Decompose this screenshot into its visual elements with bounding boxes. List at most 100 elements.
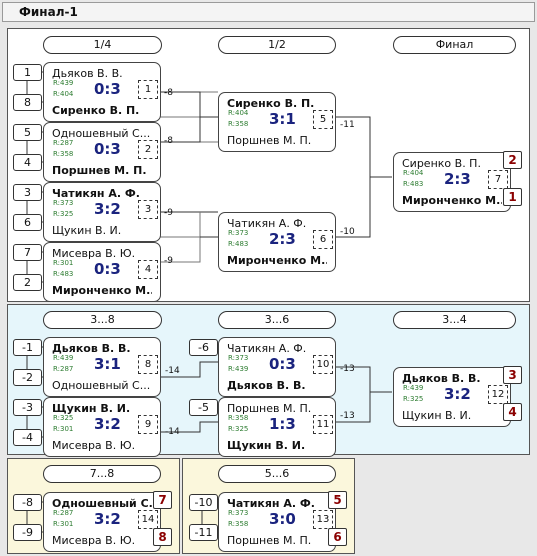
match-card[interactable]: Мисевра В. Ю. R:301 R:483 0:3 4 Мирончен… <box>43 242 161 302</box>
match-number: 4 <box>138 260 158 279</box>
player-name: Миронченко М.... <box>227 254 327 267</box>
match-score: 3:1 <box>269 110 296 128</box>
round-label: 1/2 <box>218 36 336 54</box>
match-card[interactable]: Чатикян А. Ф. R:373 R:483 2:3 6 Мирончен… <box>218 212 336 272</box>
player-rating: R:439 <box>53 79 74 87</box>
seed-box[interactable]: 4 <box>13 154 42 171</box>
match-score: 0:3 <box>269 355 296 373</box>
player-rating: R:358 <box>53 150 74 158</box>
seed-box[interactable]: 3 <box>13 184 42 201</box>
match-score: 3:0 <box>269 510 296 528</box>
line-label: -8 <box>164 136 173 146</box>
match-score: 3:2 <box>94 510 121 528</box>
player-name: Щукин В. И. <box>227 439 306 452</box>
match-number: 7 <box>488 170 508 189</box>
round-label: 7...8 <box>43 465 161 483</box>
player-rating: R:358 <box>228 414 249 422</box>
line-label: -9 <box>164 208 173 218</box>
player-name: Дьяков В. В. <box>227 379 306 392</box>
seed-box[interactable]: 1 <box>13 64 42 81</box>
match-number: 13 <box>313 510 333 529</box>
round-label: 5...6 <box>218 465 336 483</box>
match-card[interactable]: Чатикян А. Ф. R:373 R:325 3:2 3 Щукин В.… <box>43 182 161 242</box>
match-score: 3:2 <box>444 385 471 403</box>
seed-box[interactable]: -4 <box>13 429 42 446</box>
player-rating: R:439 <box>228 365 249 373</box>
line-label: -13 <box>340 411 355 421</box>
match-card[interactable]: Дьяков В. В. R:439 R:404 0:3 1 Сиренко В… <box>43 62 161 122</box>
match-number: 5 <box>313 110 333 129</box>
line-label: -9 <box>164 256 173 266</box>
round-label: 3...6 <box>218 311 336 329</box>
seed-box[interactable]: -10 <box>189 494 218 511</box>
player-rating: R:358 <box>228 120 249 128</box>
player-rating: R:301 <box>53 520 74 528</box>
seed-box[interactable]: -5 <box>189 399 218 416</box>
seed-box[interactable]: -9 <box>13 524 42 541</box>
seed-box[interactable]: -2 <box>13 369 42 386</box>
match-score: 2:3 <box>444 170 471 188</box>
match-card[interactable]: Одношевный С... R:287 R:358 0:3 2 Поршне… <box>43 122 161 182</box>
match-score: 1:3 <box>269 415 296 433</box>
window-title: Финал-1 <box>19 5 78 19</box>
player-rating: R:287 <box>53 509 74 517</box>
match-card[interactable]: Одношевный С... R:287 R:301 3:2 14 Мисев… <box>43 492 161 552</box>
player-rating: R:301 <box>53 259 74 267</box>
player-name: Миронченко М.... <box>52 284 152 297</box>
player-name: Мисевра В. Ю. <box>52 534 136 547</box>
seed-box[interactable]: -8 <box>13 494 42 511</box>
match-score: 0:3 <box>94 140 121 158</box>
match-card[interactable]: Дьяков В. В. R:439 R:325 3:2 12 Щукин В.… <box>393 367 511 427</box>
match-card[interactable]: Поршнев М. П. R:358 R:325 1:3 11 Щукин В… <box>218 397 336 457</box>
match-number: 10 <box>313 355 333 374</box>
round-label: Финал <box>393 36 516 54</box>
seed-box[interactable]: 2 <box>13 274 42 291</box>
place-badge: 7 <box>153 491 172 509</box>
match-card[interactable]: Щукин В. И. R:325 R:301 3:2 9 Мисевра В.… <box>43 397 161 457</box>
match-card[interactable]: Сиренко В. П. R:404 R:483 2:3 7 Мирончен… <box>393 152 511 212</box>
window-title-bar: Финал-1 <box>2 2 535 22</box>
place-badge: 6 <box>328 528 347 546</box>
player-rating: R:483 <box>53 270 74 278</box>
player-rating: R:483 <box>403 180 424 188</box>
match-card[interactable]: Сиренко В. П. R:404 R:358 3:1 5 Поршнев … <box>218 92 336 152</box>
seed-box[interactable]: -1 <box>13 339 42 356</box>
match-number: 1 <box>138 80 158 99</box>
place-badge: 8 <box>153 528 172 546</box>
match-number: 14 <box>138 510 158 529</box>
place-badge: 3 <box>503 366 522 384</box>
match-card[interactable]: Дьяков В. В. R:439 R:287 3:1 8 Одношевны… <box>43 337 161 397</box>
seed-box[interactable]: -3 <box>13 399 42 416</box>
seed-box[interactable]: -6 <box>189 339 218 356</box>
seed-box[interactable]: -11 <box>189 524 218 541</box>
seed-box[interactable]: 7 <box>13 244 42 261</box>
place-badge: 5 <box>328 491 347 509</box>
match-card[interactable]: Чатикян А. Ф. R:373 R:439 0:3 10 Дьяков … <box>218 337 336 397</box>
seed-box[interactable]: 8 <box>13 94 42 111</box>
round-label: 3...4 <box>393 311 516 329</box>
player-rating: R:358 <box>228 520 249 528</box>
player-rating: R:404 <box>403 169 424 177</box>
match-number: 9 <box>138 415 158 434</box>
match-number: 11 <box>313 415 333 434</box>
match-number: 2 <box>138 140 158 159</box>
player-rating: R:373 <box>228 354 249 362</box>
player-rating: R:325 <box>53 210 74 218</box>
match-score: 3:2 <box>94 200 121 218</box>
match-score: 2:3 <box>269 230 296 248</box>
match-score: 3:2 <box>94 415 121 433</box>
player-name: Поршнев М. П. <box>227 134 312 147</box>
player-name: Миронченко М.... <box>402 194 502 207</box>
player-name: Щукин В. И. <box>402 409 472 422</box>
player-rating: R:287 <box>53 365 74 373</box>
seed-box[interactable]: 6 <box>13 214 42 231</box>
match-number: 6 <box>313 230 333 249</box>
player-rating: R:325 <box>403 395 424 403</box>
seed-box[interactable]: 5 <box>13 124 42 141</box>
player-rating: R:373 <box>228 229 249 237</box>
line-label: -14 <box>165 366 180 376</box>
match-score: 0:3 <box>94 260 121 278</box>
player-rating: R:404 <box>228 109 249 117</box>
match-score: 3:1 <box>94 355 121 373</box>
match-card[interactable]: Чатикян А. Ф. R:373 R:358 3:0 13 Поршнев… <box>218 492 336 552</box>
